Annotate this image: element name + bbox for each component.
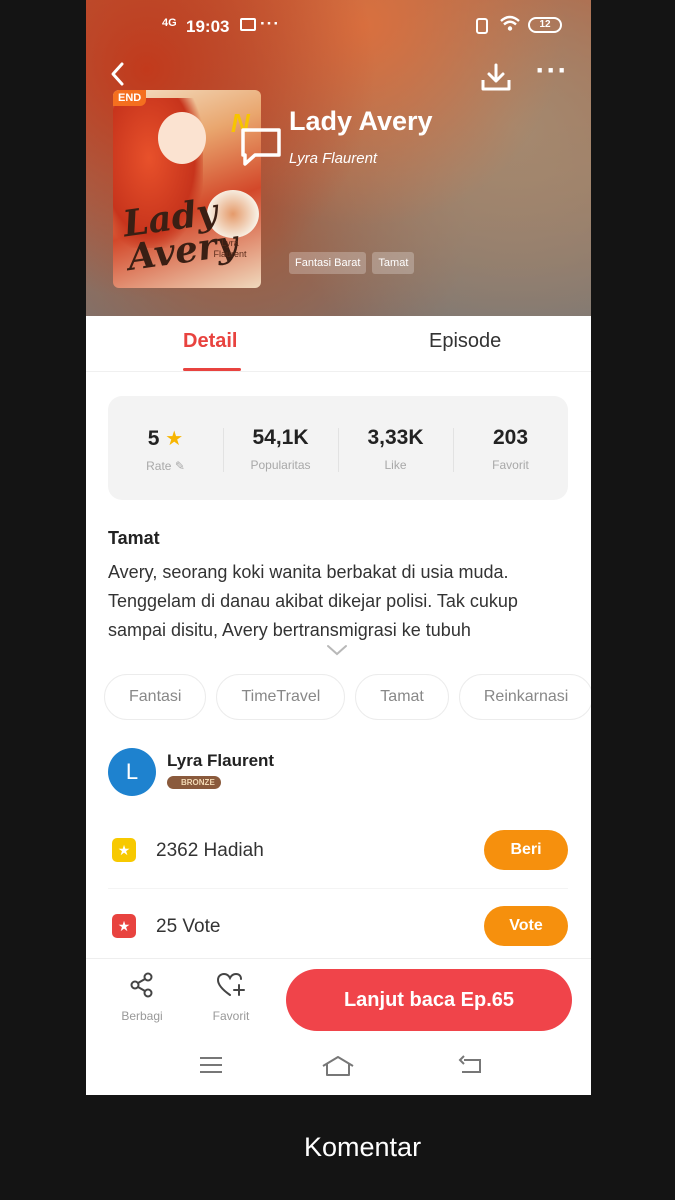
chevron-left-icon — [111, 62, 124, 86]
gift-count: 2362 Hadiah — [156, 840, 264, 861]
back-button[interactable] — [108, 60, 134, 90]
topic-chip[interactable]: Fantasi — [104, 674, 207, 720]
author-name[interactable]: Lyra Flaurent — [167, 751, 274, 771]
tab-bar: Detail Episode — [86, 316, 591, 372]
genre-tag[interactable]: Tamat — [372, 252, 415, 274]
synopsis-text[interactable]: Avery, seorang koki wanita berbakat di u… — [108, 558, 568, 646]
comment-label[interactable]: Komentar — [304, 1132, 421, 1163]
heart-plus-icon — [201, 971, 261, 1005]
star-icon: ★ — [165, 428, 184, 450]
tab-episode[interactable]: Episode — [429, 330, 501, 353]
status-bar: 4G 19:03 ··· 12 — [86, 12, 591, 42]
vibrate-icon — [476, 18, 488, 34]
rate-value: 5 — [147, 427, 160, 450]
stat-like: 3,33K Like — [338, 426, 453, 472]
system-nav-bar — [86, 1042, 591, 1095]
book-header: 4G 19:03 ··· 12 ··· N Lady Avery Lyra Fl… — [86, 0, 591, 316]
stat-favorite: 203 Favorit — [453, 426, 568, 472]
cover-art-face — [158, 112, 206, 164]
mail-icon — [240, 18, 256, 31]
genre-tag[interactable]: Fantasi Barat — [289, 252, 367, 274]
status-time: 19:03 — [186, 17, 230, 36]
row-divider — [108, 888, 568, 889]
popularity-value: 54,1K — [252, 426, 309, 449]
favorite-value: 203 — [492, 426, 529, 449]
topic-chip[interactable]: Reinkarnasi — [458, 674, 591, 720]
battery-icon: 12 — [528, 17, 562, 33]
active-tab-indicator — [183, 368, 241, 371]
favorite-label: Favorit — [492, 458, 529, 472]
topic-chip[interactable]: TimeTravel — [216, 674, 346, 720]
status-more-indicator: ··· — [260, 14, 280, 33]
bottom-action-bar: Berbagi Favorit Lanjut baca Ep.65 — [86, 958, 591, 1042]
vote-count: 25 Vote — [156, 916, 221, 937]
edit-icon: ✎ — [174, 459, 185, 473]
book-author[interactable]: Lyra Flaurent — [289, 150, 377, 167]
topic-chips: Fantasi TimeTravel Tamat Reinkarnasi — [104, 674, 591, 722]
stats-panel: 5 ★ Rate ✎ 54,1K Popularitas 3,33K Like … — [108, 396, 568, 500]
popularity-label: Popularitas — [250, 458, 311, 472]
share-label: Berbagi — [121, 1009, 163, 1023]
give-gift-button[interactable]: Beri — [484, 830, 568, 870]
genre-tags: Fantasi Barat Tamat — [289, 252, 415, 274]
download-icon — [481, 63, 511, 91]
topic-chip[interactable]: Tamat — [355, 674, 449, 720]
more-options-button[interactable]: ··· — [532, 56, 572, 92]
expand-chevron-icon[interactable] — [326, 640, 348, 661]
favorite-button[interactable]: Favorit — [201, 971, 261, 1023]
completion-status: Tamat — [108, 528, 160, 548]
menu-icon[interactable] — [198, 1054, 224, 1083]
favorite-label: Favorit — [212, 1009, 250, 1023]
share-icon — [112, 971, 172, 1005]
book-cover: N Lady Avery Lyra Flaurent END — [113, 90, 261, 288]
gift-icon: ★ — [112, 838, 136, 862]
book-title: Lady Avery — [289, 106, 433, 136]
like-value: 3,33K — [367, 426, 424, 449]
author-avatar[interactable]: L — [108, 748, 156, 796]
stat-rate[interactable]: 5 ★ Rate ✎ — [108, 426, 223, 473]
stat-popularity: 54,1K Popularitas — [223, 426, 338, 472]
tab-detail[interactable]: Detail — [183, 330, 237, 353]
home-icon[interactable] — [320, 1054, 356, 1085]
share-button[interactable]: Berbagi — [112, 971, 172, 1023]
rate-label: Rate — [146, 459, 172, 473]
phone-screen: 4G 19:03 ··· 12 ··· N Lady Avery Lyra Fl… — [86, 0, 591, 1095]
bronze-badge: BRONZE — [167, 776, 221, 789]
system-back-icon[interactable] — [458, 1054, 484, 1083]
vote-ticket-icon: ★ — [112, 914, 136, 938]
continue-reading-button[interactable]: Lanjut baca Ep.65 — [286, 969, 572, 1031]
cover-author-art: Lyra Flaurent — [213, 238, 247, 259]
end-badge: END — [113, 90, 147, 106]
wifi-icon — [500, 14, 520, 37]
like-label: Like — [384, 458, 407, 472]
cover-title-art: Lady Avery — [120, 190, 241, 280]
comment-icon[interactable] — [238, 126, 284, 166]
vote-button[interactable]: Vote — [484, 906, 568, 946]
signal-label: 4G — [162, 17, 177, 29]
download-button[interactable] — [480, 62, 512, 92]
